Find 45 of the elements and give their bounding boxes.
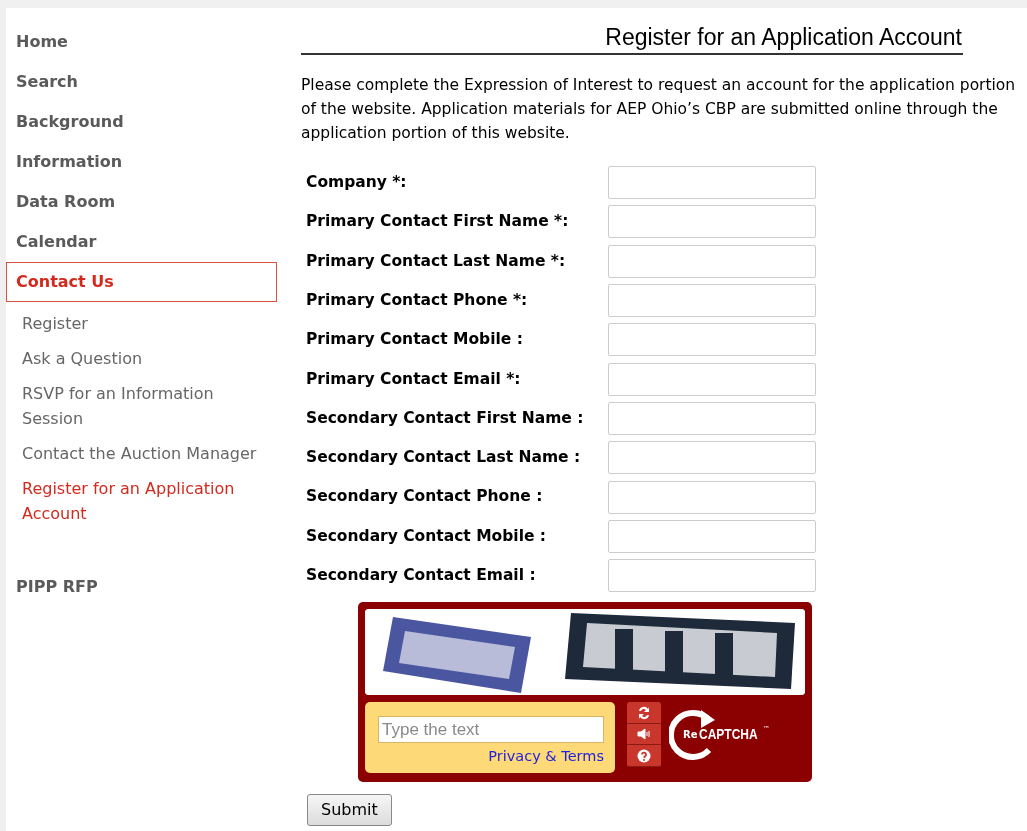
subnav-link[interactable]: Contact the Auction Manager <box>6 436 277 471</box>
field-label: Company *: <box>306 172 408 193</box>
field-label: Secondary Contact Email : <box>306 565 537 586</box>
field-label: Secondary Contact First Name : <box>306 407 585 429</box>
help-icon <box>636 747 652 764</box>
nav-link[interactable]: Background <box>6 102 277 142</box>
input-field[interactable] <box>608 559 816 593</box>
input-field[interactable] <box>608 519 816 553</box>
speaker-icon <box>636 726 652 742</box>
submit-button[interactable]: Submit <box>307 794 392 827</box>
nav-link[interactable]: Search <box>6 62 277 102</box>
logo-text: CAPTCHA <box>699 724 759 744</box>
subnav-link[interactable]: Ask a Question <box>6 341 277 376</box>
input-field[interactable] <box>608 362 816 396</box>
nav-link[interactable]: Home <box>6 22 277 62</box>
nav-link[interactable]: Data Room <box>6 182 277 222</box>
field-label: Primary Contact Email *: <box>306 368 522 390</box>
input-field[interactable] <box>608 441 816 475</box>
intro-text: Please complete the Expression of Interest to request an account for the application portion of the website. Application materials for AEP Ohio’s CBP are submitted online through the application portion of this website. <box>301 75 1016 144</box>
subnav-link[interactable]: RSVP for an Information Session <box>6 376 277 436</box>
field-label: Primary Contact Mobile : <box>306 329 524 351</box>
input-field[interactable] <box>608 401 816 435</box>
captcha-input[interactable]: Type the text <box>378 716 604 744</box>
field-label: Secondary Contact Last Name : <box>306 447 582 469</box>
logo-prefix: Re <box>683 727 698 742</box>
input-field[interactable] <box>608 323 816 357</box>
input-field[interactable] <box>608 205 816 239</box>
field-label: Primary Contact Last Name *: <box>306 250 567 272</box>
field-label: Secondary Contact Mobile : <box>306 525 548 547</box>
nav-link[interactable]: Contact Us <box>6 262 277 302</box>
page-title: Register for an Application Account <box>605 24 963 50</box>
nav-link[interactable]: Calendar <box>6 222 277 262</box>
subnav-link[interactable]: Register for an Application Account <box>6 471 277 531</box>
field-label: Primary Contact First Name *: <box>306 211 570 233</box>
subnav-link[interactable]: Register <box>6 306 277 341</box>
input-field[interactable] <box>608 480 816 514</box>
field-label: Primary Contact Phone *: <box>306 289 529 311</box>
field-label: Secondary Contact Phone : <box>306 486 544 508</box>
nav-link[interactable]: Information <box>6 142 277 182</box>
input-field[interactable] <box>608 166 816 200</box>
input-field[interactable] <box>608 284 816 318</box>
input-field[interactable] <box>608 244 816 278</box>
refresh-icon <box>636 704 652 721</box>
privacy-terms-link[interactable]: Privacy & Terms <box>378 746 604 768</box>
nav-link[interactable]: PIPP RFP <box>6 567 277 607</box>
